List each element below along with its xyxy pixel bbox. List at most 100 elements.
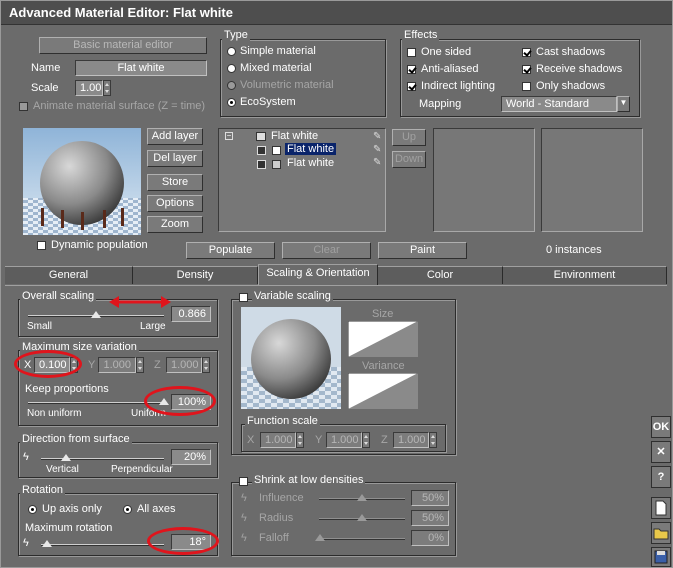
falloff-slider[interactable] xyxy=(315,534,405,541)
radio-up-axis-only[interactable] xyxy=(28,505,37,514)
influence-field[interactable]: 50% xyxy=(411,490,449,506)
variable-scaling-checkbox[interactable] xyxy=(239,293,248,302)
open-folder-icon[interactable] xyxy=(651,522,671,544)
tree-child-selected[interactable]: Flat white xyxy=(285,143,337,155)
overall-scaling-thumb[interactable] xyxy=(91,311,101,318)
store-button[interactable]: Store xyxy=(147,174,203,191)
max-rotation-slider[interactable] xyxy=(41,540,164,547)
close-button[interactable]: ✕ xyxy=(651,441,671,463)
indirect-lighting-label: Indirect lighting xyxy=(421,80,495,92)
mapping-select[interactable]: World - Standard xyxy=(501,96,617,112)
direction-thumb[interactable] xyxy=(60,454,71,461)
lightning-icon[interactable]: ϟ xyxy=(241,512,247,524)
one-sided-checkbox[interactable] xyxy=(407,48,416,57)
annotation-circle xyxy=(14,350,82,378)
falloff-thumb[interactable] xyxy=(315,534,325,541)
radius-label: Radius xyxy=(259,512,294,524)
shrink-checkbox[interactable] xyxy=(239,477,248,486)
basic-material-editor-button[interactable]: Basic material editor xyxy=(39,37,207,54)
cast-shadows-checkbox[interactable] xyxy=(522,48,531,57)
name-field[interactable]: Flat white xyxy=(75,60,207,76)
tree-collapse-icon[interactable]: − xyxy=(225,132,233,140)
function-y-field[interactable]: 1.000 xyxy=(326,432,362,448)
radio-all-axes[interactable] xyxy=(123,505,132,514)
size-y-spinner[interactable] xyxy=(136,357,144,373)
influence-thumb[interactable] xyxy=(357,494,367,501)
function-x-field[interactable]: 1.000 xyxy=(260,432,296,448)
radius-slider[interactable] xyxy=(319,514,405,521)
edit-pencil-icon[interactable]: ✎ xyxy=(373,157,381,168)
checker-layer-icon[interactable] xyxy=(272,160,281,169)
overall-scaling-slider[interactable] xyxy=(28,311,164,318)
scale-spinner[interactable] xyxy=(103,80,111,96)
lightning-icon[interactable]: ϟ xyxy=(23,451,29,463)
function-y-spinner[interactable] xyxy=(362,432,370,448)
tree-child-label[interactable]: Flat white xyxy=(287,157,334,169)
size-z-spinner[interactable] xyxy=(202,357,210,373)
size-z-field[interactable]: 1.000 xyxy=(166,357,202,373)
indirect-lighting-checkbox[interactable] xyxy=(407,82,416,91)
vertical-label: Vertical xyxy=(46,464,79,475)
lightning-icon[interactable]: ϟ xyxy=(23,537,29,549)
variance-curve[interactable] xyxy=(348,373,418,409)
direction-slider[interactable] xyxy=(41,454,164,461)
tab-color[interactable]: Color xyxy=(378,266,503,284)
animate-surface-checkbox[interactable] xyxy=(19,102,28,111)
dynamic-population-checkbox[interactable] xyxy=(37,241,46,250)
radio-simple-material[interactable] xyxy=(227,47,236,56)
radio-mixed-material[interactable] xyxy=(227,64,236,73)
function-z-field[interactable]: 1.000 xyxy=(393,432,429,448)
lightning-icon[interactable]: ϟ xyxy=(241,532,247,544)
clear-button[interactable]: Clear xyxy=(282,242,371,259)
checkbox-layer-icon[interactable] xyxy=(272,146,281,155)
tab-density[interactable]: Density xyxy=(133,266,258,284)
radius-thumb[interactable] xyxy=(357,514,367,521)
radio-ecosystem[interactable] xyxy=(227,98,236,107)
variance-label: Variance xyxy=(362,360,405,372)
all-axes-label: All axes xyxy=(137,503,176,515)
falloff-field[interactable]: 0% xyxy=(411,530,449,546)
up-button[interactable]: Up xyxy=(392,129,426,146)
zoom-button[interactable]: Zoom xyxy=(147,216,203,233)
overall-scaling-title: Overall scaling xyxy=(20,290,97,302)
edit-pencil-icon[interactable]: ✎ xyxy=(373,131,381,142)
paint-button[interactable]: Paint xyxy=(378,242,467,259)
influence-label: Influence xyxy=(259,492,304,504)
size-y-field[interactable]: 1.000 xyxy=(98,357,136,373)
help-button[interactable]: ? xyxy=(651,466,671,488)
add-layer-button[interactable]: Add layer xyxy=(147,128,203,145)
anti-aliased-checkbox[interactable] xyxy=(407,65,416,74)
lightning-icon[interactable]: ϟ xyxy=(241,492,247,504)
overall-scaling-field[interactable]: 0.866 xyxy=(171,306,211,322)
only-shadows-checkbox[interactable] xyxy=(522,82,531,91)
tab-general[interactable]: General xyxy=(5,266,133,284)
ok-button[interactable]: OK xyxy=(651,416,671,438)
radius-field[interactable]: 50% xyxy=(411,510,449,526)
tab-scaling-orientation[interactable]: Scaling & Orientation xyxy=(258,264,378,286)
scale-field[interactable]: 1.00 xyxy=(75,80,103,96)
down-button[interactable]: Down xyxy=(392,151,426,168)
mapping-dropdown-icon[interactable]: ▼ xyxy=(617,96,630,112)
max-rotation-label: Maximum rotation xyxy=(25,522,113,534)
max-rotation-thumb[interactable] xyxy=(42,540,53,547)
populate-button[interactable]: Populate xyxy=(186,242,275,259)
direction-field[interactable]: 20% xyxy=(171,449,211,465)
save-disk-icon[interactable] xyxy=(651,547,671,567)
tab-environment[interactable]: Environment xyxy=(503,266,667,284)
options-button[interactable]: Options xyxy=(147,195,203,212)
radio-volumetric-material[interactable] xyxy=(227,81,236,90)
receive-shadows-checkbox[interactable] xyxy=(522,65,531,74)
del-layer-button[interactable]: Del layer xyxy=(147,150,203,167)
function-z-spinner[interactable] xyxy=(429,432,437,448)
edit-pencil-icon[interactable]: ✎ xyxy=(373,144,381,155)
size-curve[interactable] xyxy=(348,321,418,357)
influence-slider[interactable] xyxy=(319,494,405,501)
volumetric-material-label: Volumetric material xyxy=(240,79,334,91)
function-x-spinner[interactable] xyxy=(296,432,304,448)
new-file-icon[interactable] xyxy=(651,497,671,519)
z-label: Z xyxy=(154,359,161,371)
tree-root-label[interactable]: Flat white xyxy=(271,130,318,142)
variable-scaling-preview xyxy=(241,307,341,409)
cast-shadows-label: Cast shadows xyxy=(536,46,606,58)
keep-proportions-label: Keep proportions xyxy=(25,383,109,395)
